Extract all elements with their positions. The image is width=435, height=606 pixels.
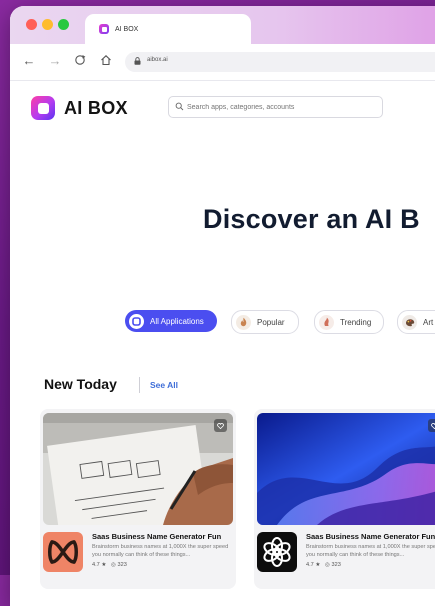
aibox-favicon-icon <box>99 24 109 34</box>
category-art[interactable]: Art <box>397 310 435 334</box>
card-description: Brainstorm business names at 1,000X the … <box>306 544 435 558</box>
category-label: Popular <box>257 317 285 327</box>
favorite-button[interactable] <box>428 419 435 432</box>
section-title: New Today <box>44 376 117 392</box>
logo-text: AI BOX <box>64 97 128 118</box>
category-label: All Applications <box>150 316 204 326</box>
reload-icon[interactable] <box>73 54 87 68</box>
address-bar: ← → aibox.ai <box>10 44 435 81</box>
app-card[interactable]: Saas Business Name Generator Fun Brainst… <box>40 409 236 589</box>
card-views: ◎ 323 <box>111 562 127 568</box>
close-window-button[interactable] <box>26 19 37 30</box>
openai-logo-icon <box>257 532 297 572</box>
browser-tab[interactable]: AI BOX <box>85 14 251 44</box>
home-icon[interactable] <box>99 54 113 68</box>
category-label: Art <box>423 317 434 327</box>
tab-title: AI BOX <box>115 25 139 33</box>
flame-icon <box>236 314 251 330</box>
card-rating: 4.7 ★ <box>92 562 107 568</box>
search-box[interactable] <box>168 96 383 118</box>
forward-arrow-icon[interactable]: → <box>48 54 62 68</box>
card-description: Brainstorm business names at 1,000X the … <box>92 544 229 558</box>
aibox-logo[interactable]: AI BOX <box>31 96 128 120</box>
url-text: aibox.ai <box>147 57 168 63</box>
browser-titlebar: AI BOX <box>10 6 435 44</box>
url-field[interactable]: aibox.ai <box>125 52 435 72</box>
blue-abstract-waves-image <box>257 413 435 525</box>
card-title: Saas Business Name Generator Fun <box>306 532 435 541</box>
back-arrow-icon[interactable]: ← <box>22 54 36 68</box>
card-views: ◎ 323 <box>325 562 341 568</box>
minimize-window-button[interactable] <box>42 19 53 30</box>
category-all-applications[interactable]: All Applications <box>125 310 217 332</box>
app-card[interactable]: Saas Business Name Generator Fun Brainst… <box>254 409 435 589</box>
maximize-window-button[interactable] <box>58 19 69 30</box>
browser-window: AI BOX ← → aibox.ai AI BOX Discover an A… <box>10 6 435 606</box>
card-meta: 4.7 ★ ◎ 323 <box>92 562 127 568</box>
search-icon <box>175 102 184 111</box>
section-divider <box>139 377 140 393</box>
card-rating: 4.7 ★ <box>306 562 321 568</box>
art-icon <box>402 314 417 330</box>
grid-icon <box>129 313 144 329</box>
trending-icon <box>319 314 334 330</box>
see-all-link[interactable]: See All <box>150 380 178 390</box>
wireframe-sketch-image <box>43 413 233 525</box>
category-trending[interactable]: Trending <box>314 310 384 334</box>
hero-title: Discover an AI B <box>203 204 420 234</box>
favorite-button[interactable] <box>214 419 227 432</box>
lock-icon <box>134 57 141 65</box>
card-title: Saas Business Name Generator Fun <box>92 532 222 541</box>
heart-icon <box>431 422 435 429</box>
category-label: Trending <box>340 317 372 327</box>
knot-logo-icon <box>43 532 83 572</box>
search-input[interactable] <box>187 97 377 117</box>
aibox-logo-icon <box>31 96 55 120</box>
heart-icon <box>217 422 224 429</box>
card-meta: 4.7 ★ ◎ 323 <box>306 562 341 568</box>
category-popular[interactable]: Popular <box>231 310 299 334</box>
